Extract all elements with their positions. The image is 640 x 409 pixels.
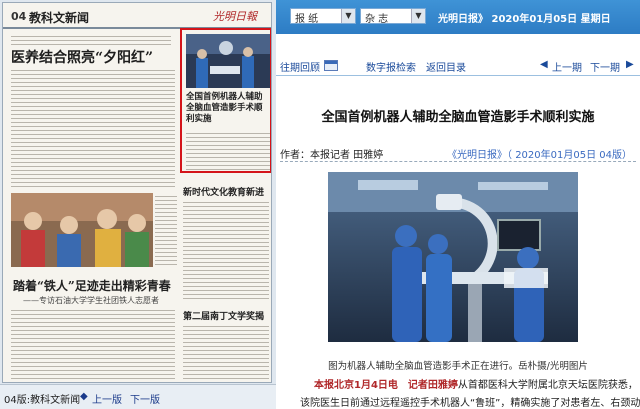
page-headline-second[interactable]: 踏着“铁人”足迹走出精彩青春 (13, 277, 171, 294)
article-lede: 本报北京1月4日电 记者田雅婷 (314, 380, 458, 391)
children-photo (11, 193, 153, 267)
calendar-icon[interactable] (324, 60, 338, 71)
article-text-block (11, 67, 175, 189)
page-subheadline-second: ——专访石油大学学生社团铁人志愿者 (23, 296, 159, 305)
newspaper-select-value: 报 纸 (295, 14, 319, 25)
article-body-text: 从首都医科大学附属北京天坛医院获悉， (457, 380, 638, 391)
prev-page-link[interactable]: 上一版 (92, 391, 122, 406)
next-issue-link[interactable]: 下一期 (590, 59, 620, 74)
article-text-block (11, 307, 175, 379)
article-text-block (183, 199, 269, 299)
next-issue-arrow-icon[interactable]: ▶ (626, 59, 634, 70)
newspaper-page-image[interactable]: 04 教科文新闻 光明日報 医养结合照亮“夕阳红” 全国首例机器人辅助全脑血管造… (2, 2, 272, 383)
search-link[interactable]: 数字报检索 (366, 59, 416, 74)
page-headline-main[interactable]: 医养结合照亮“夕阳红” (11, 47, 153, 67)
divider (280, 161, 636, 162)
magazine-select-value: 杂 志 (365, 14, 389, 25)
article-text-block (155, 193, 177, 267)
page-section-title: 教科文新闻 (29, 11, 90, 25)
prev-issue-arrow-icon[interactable]: ◀ (540, 59, 548, 70)
article-panel: 报 纸 ▼ 杂 志 ▼ 光明日报》 2020年01月05日 星期日 往期回顾 数… (276, 0, 640, 409)
back-to-index-link[interactable]: 返回目录 (426, 59, 466, 74)
article-author: 作者：本报记者 田雅婷 (280, 150, 384, 161)
highlighted-article-box[interactable]: 全国首例机器人辅助全脑血管造影手术顺利实施 (180, 28, 271, 173)
article-text-block (183, 323, 269, 379)
article-photo (328, 172, 578, 342)
article-body-line: 该院医生日前通过远程遥控手术机器人“鲁班”，精确实施了对患者左、右颈动脉、 (300, 398, 640, 409)
page-preview-panel: 04 教科文新闻 光明日報 医养结合照亮“夕阳红” 全国首例机器人辅助全脑血管造… (0, 0, 276, 409)
article-source: 《光明日报》（ 2020年01月05日 04版） (447, 150, 632, 161)
top-toolbar: 报 纸 ▼ 杂 志 ▼ 光明日报》 2020年01月05日 星期日 (276, 0, 640, 34)
current-page-label: 04版:教科文新闻 (4, 395, 81, 406)
article-text-block (186, 130, 270, 170)
issue-date-text: 光明日报》 2020年01月05日 星期日 (438, 14, 611, 25)
magazine-select[interactable]: 杂 志 ▼ (360, 8, 426, 25)
chevron-down-icon: ▼ (341, 9, 355, 23)
masthead-logo: 光明日報 (213, 10, 257, 23)
next-page-link[interactable]: 下一版 (130, 391, 160, 406)
article-body-line: 本报北京1月4日电 记者田雅婷从首都医科大学附属北京天坛医院获悉， (314, 376, 638, 391)
prev-issue-link[interactable]: 上一期 (552, 59, 582, 74)
newspaper-select[interactable]: 报 纸 ▼ (290, 8, 356, 25)
highlight-article-title: 全国首例机器人辅助全脑血管造影手术顺利实施 (186, 92, 263, 124)
photo-caption: 图为机器人辅助全脑血管造影手术正在进行。岳朴摄/光明图片 (328, 361, 588, 372)
prev-page-arrow-icon[interactable]: ◆ (80, 391, 88, 402)
page-header: 04 教科文新闻 光明日報 (3, 3, 271, 29)
article-title: 全国首例机器人辅助全脑血管造影手术顺利实施 (321, 110, 595, 125)
page-footer-nav: 04版:教科文新闻 ◆ 上一版 下一版 (0, 384, 276, 409)
page-number: 04 (11, 10, 27, 23)
issue-nav-bar: 往期回顾 数字报检索 返回目录 ◀ 上一期 下一期 ▶ (276, 56, 640, 76)
chevron-down-icon: ▼ (411, 9, 425, 23)
highlight-article-photo (186, 34, 270, 88)
archive-link[interactable]: 往期回顾 (280, 59, 320, 74)
article-text-block (11, 33, 171, 45)
